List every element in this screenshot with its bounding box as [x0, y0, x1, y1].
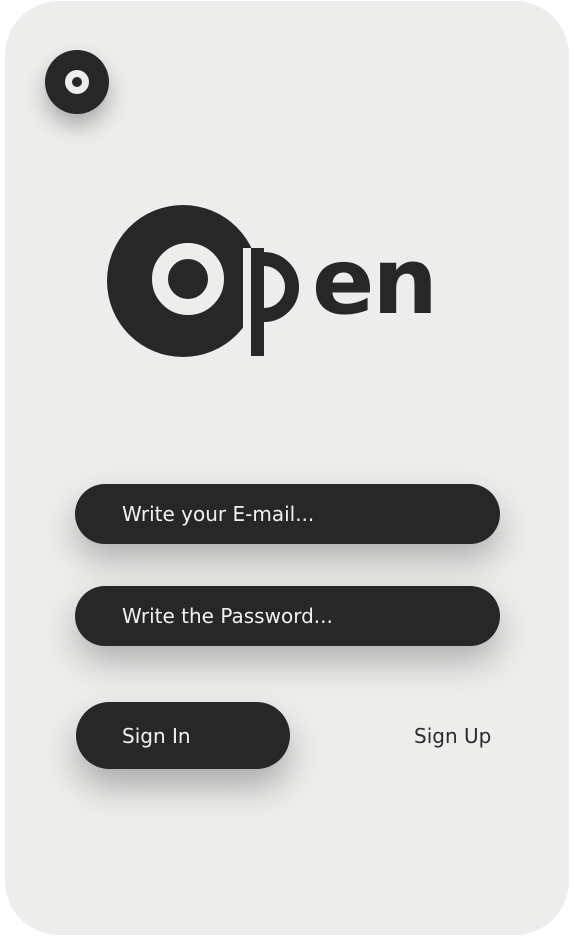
logo-text: open: [107, 364, 108, 365]
sign-up-link[interactable]: Sign Up: [414, 724, 491, 748]
ring-logo-icon[interactable]: [45, 50, 109, 114]
login-card: en open Sign In Sign Up: [5, 1, 569, 935]
password-input[interactable]: [75, 586, 500, 646]
logo-p-bowl: [263, 252, 299, 322]
sign-up-label: Sign Up: [414, 724, 492, 748]
logo-disc: [107, 205, 259, 357]
logo-p-stem-dark: [251, 248, 264, 356]
logo-rest-text: en: [312, 228, 436, 335]
brand-logo: en open: [107, 204, 447, 364]
sign-in-label: Sign In: [122, 723, 191, 748]
sign-in-button[interactable]: Sign In: [76, 702, 290, 769]
ring-logo-hole: [72, 77, 82, 87]
email-input[interactable]: [75, 484, 500, 544]
